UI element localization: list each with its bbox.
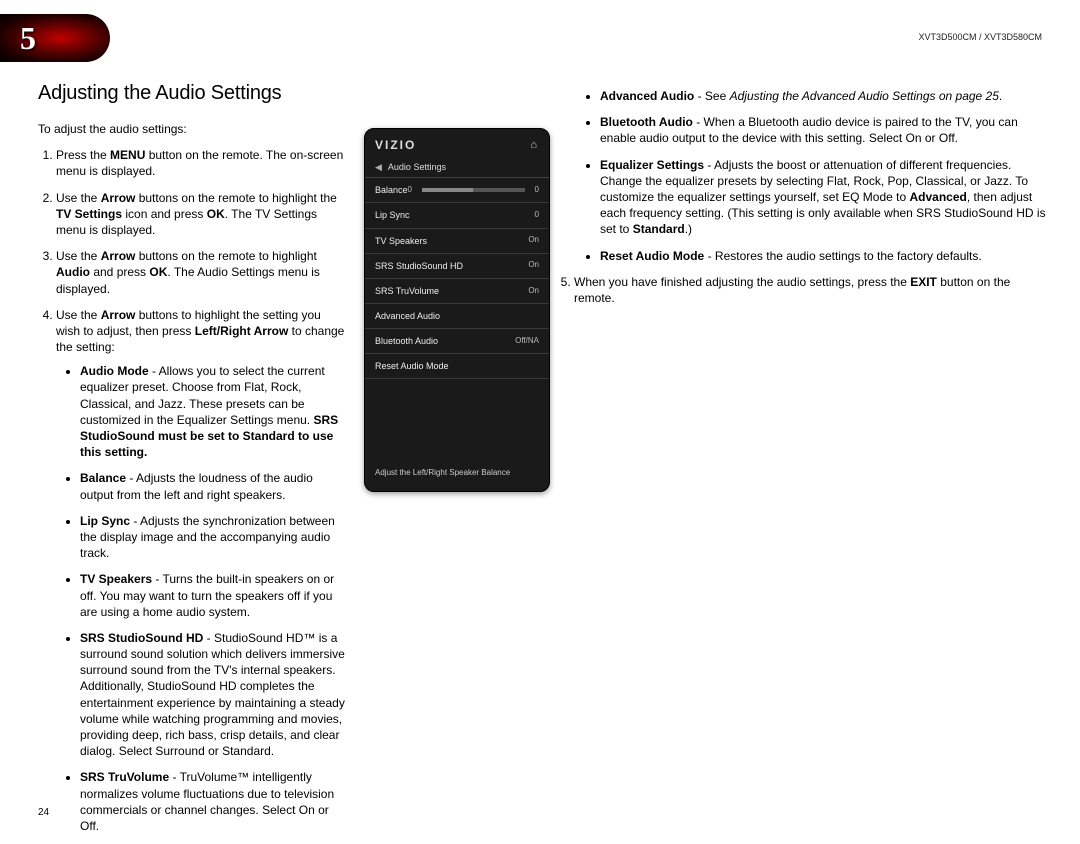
bullet-reset-audio: Reset Audio Mode - Restores the audio se… [600,248,1046,264]
step-2: Use the Arrow buttons on the remote to h… [56,190,346,239]
bullet-srs-studiosound: SRS StudioSound HD - StudioSound HD™ is … [80,630,346,760]
slider-icon [422,188,525,192]
bullet-audio-mode: Audio Mode - Allows you to select the cu… [80,363,340,460]
tv-row-lipsync: Lip Sync 0 [365,203,549,228]
left-column: Adjusting the Audio Settings To adjust t… [38,80,528,844]
page-title: Adjusting the Audio Settings [38,80,528,107]
tv-hint-text: Adjust the Left/Right Speaker Balance [375,468,539,479]
bullet-lip-sync: Lip Sync - Adjusts the synchronization b… [80,513,346,562]
bullet-equalizer: Equalizer Settings - Adjusts the boost o… [600,157,1046,238]
step-5-list: When you have finished adjusting the aud… [556,274,1046,306]
back-icon: ◀ [375,161,382,173]
step-1: Press the MENU button on the remote. The… [56,147,346,179]
tv-row-studiosound: SRS StudioSound HD On [365,254,549,279]
tv-menu-title: ◀ Audio Settings [365,157,549,178]
home-icon: ⌂ [530,138,539,153]
tv-brand-row: VIZIO ⌂ [365,129,549,157]
model-label: XVT3D500CM / XVT3D580CM [918,32,1042,42]
bullet-tv-speakers: TV Speakers - Turns the built-in speaker… [80,571,346,620]
bullet-srs-truvolume: SRS TruVolume - TruVolume™ intelligently… [80,769,346,834]
content-columns: Adjusting the Audio Settings To adjust t… [38,80,1046,844]
step-4: Use the Arrow buttons to highlight the s… [56,307,346,834]
bullet-bluetooth-audio: Bluetooth Audio - When a Bluetooth audio… [600,114,1046,146]
tv-menu-screenshot: VIZIO ⌂ ◀ Audio Settings Balance 0 0 Lip… [364,128,550,492]
intro-text: To adjust the audio settings: [38,121,328,137]
bullet-advanced-audio: Advanced Audio - See Adjusting the Advan… [600,88,1046,104]
tv-row-bluetooth: Bluetooth Audio Off/NA [365,329,549,354]
step-5: When you have finished adjusting the aud… [574,274,1046,306]
tv-row-advanced: Advanced Audio [365,304,549,329]
bullet-list-right: Advanced Audio - See Adjusting the Advan… [556,88,1046,264]
tv-brand-label: VIZIO [375,137,416,153]
tv-row-balance: Balance 0 0 [365,178,549,203]
chapter-badge: 5 [0,14,110,62]
bullet-balance: Balance - Adjusts the loudness of the au… [80,470,346,502]
bullet-list-left: Audio Mode - Allows you to select the cu… [56,363,346,834]
right-column: Advanced Audio - See Adjusting the Advan… [556,80,1046,844]
tv-row-tvspeakers: TV Speakers On [365,229,549,254]
tv-row-reset: Reset Audio Mode [365,354,549,379]
step-3: Use the Arrow buttons on the remote to h… [56,248,346,297]
tv-row-truvolume: SRS TruVolume On [365,279,549,304]
chapter-number: 5 [20,20,36,57]
